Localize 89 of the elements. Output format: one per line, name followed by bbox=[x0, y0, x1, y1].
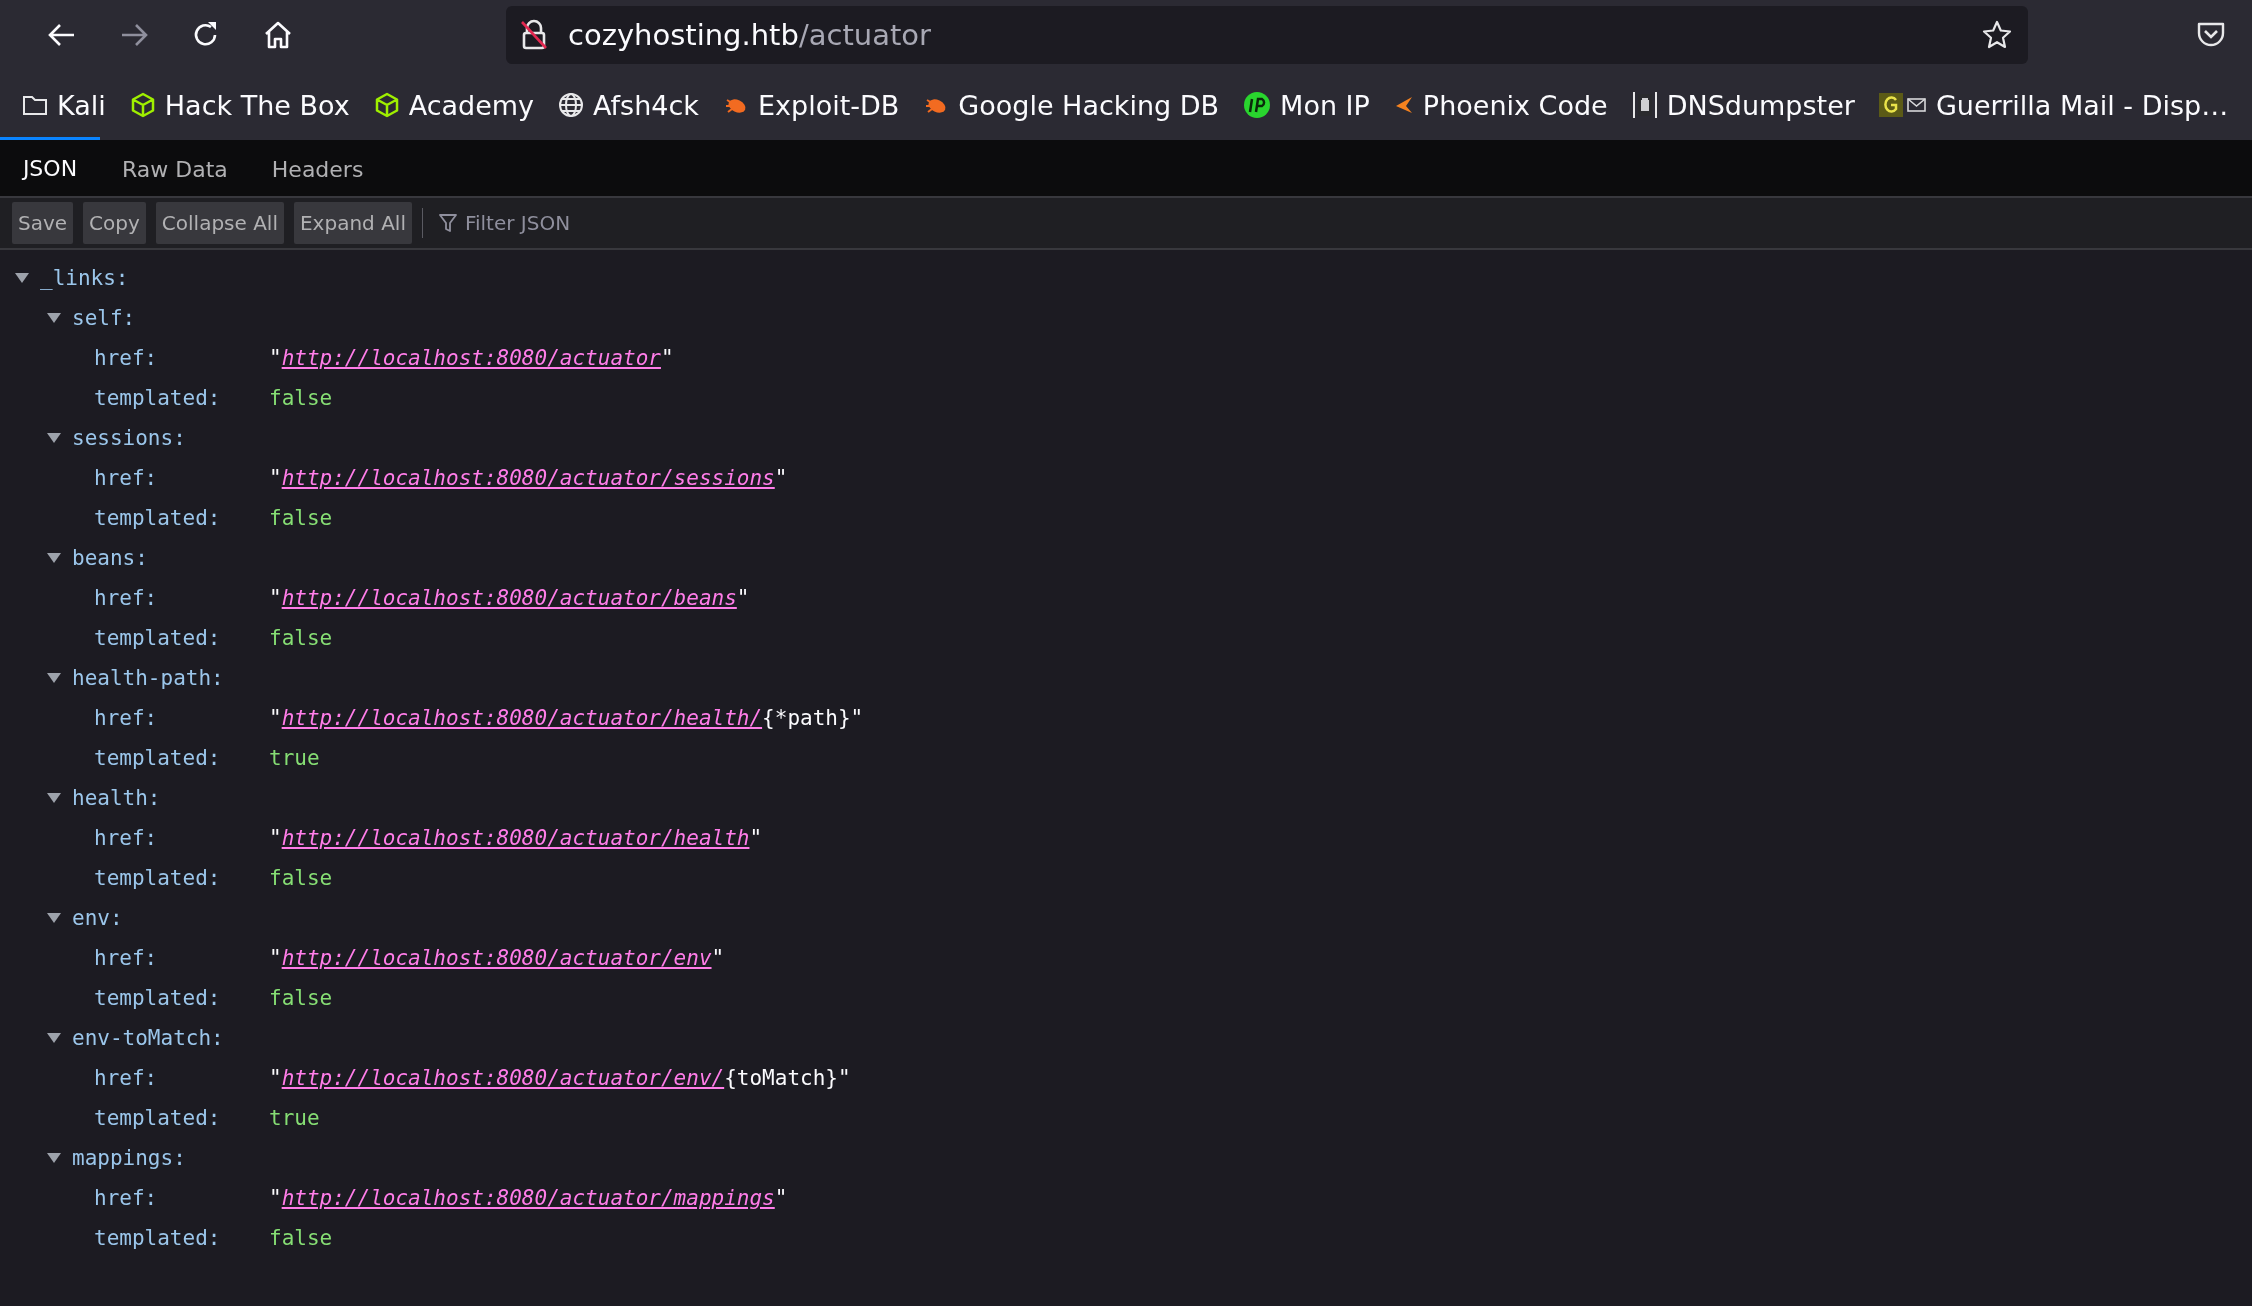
globe-icon bbox=[558, 92, 585, 118]
expand-triangle-icon[interactable] bbox=[46, 792, 62, 804]
bookmark-item[interactable]: Exploit-DB bbox=[722, 89, 900, 121]
expand-triangle-icon[interactable] bbox=[46, 552, 62, 564]
expand-triangle-icon[interactable] bbox=[46, 912, 62, 924]
json-key: templated: bbox=[94, 1106, 269, 1130]
json-key: href: bbox=[94, 946, 269, 970]
json-string-value: "http://localhost:8080/actuator/env/{toMatch}" bbox=[269, 1066, 851, 1090]
json-key: env: bbox=[72, 906, 123, 930]
filter-icon bbox=[438, 213, 457, 233]
url-link[interactable]: http://localhost:8080/actuator/env bbox=[281, 946, 712, 970]
back-arrow-icon[interactable] bbox=[47, 22, 77, 48]
bookmark-item[interactable]: Academy bbox=[373, 89, 535, 121]
json-boolean-value: true bbox=[269, 746, 320, 770]
json-string-value: "http://localhost:8080/actuator/beans" bbox=[269, 586, 750, 610]
url-link[interactable]: http://localhost:8080/actuator bbox=[281, 346, 661, 370]
bookmark-item[interactable]: Phoenix Code bbox=[1393, 89, 1608, 121]
toolbar-button[interactable]: Copy bbox=[83, 202, 146, 244]
json-key: href: bbox=[94, 826, 269, 850]
json-string-value: "http://localhost:8080/actuator/env" bbox=[269, 946, 725, 970]
json-key: templated: bbox=[94, 986, 269, 1010]
insecure-lock-icon[interactable] bbox=[520, 19, 548, 51]
json-key: sessions: bbox=[72, 426, 186, 450]
json-key: templated: bbox=[94, 746, 269, 770]
toolbar-button[interactable]: Save bbox=[12, 202, 74, 244]
json-key: templated: bbox=[94, 1226, 269, 1250]
folder-icon bbox=[22, 94, 48, 116]
json-string-value: "http://localhost:8080/actuator" bbox=[269, 346, 674, 370]
json-key: href: bbox=[94, 706, 269, 730]
json-key: health-path: bbox=[72, 666, 224, 690]
bookmark-item[interactable]: Hack The Box bbox=[129, 89, 350, 121]
pocket-icon[interactable] bbox=[2196, 21, 2226, 49]
bookmark-star-icon[interactable] bbox=[1982, 20, 2012, 50]
bookmark-item[interactable]: Guerrilla Mail - Disp… bbox=[1878, 89, 2229, 121]
cube-icon bbox=[129, 92, 156, 118]
expand-triangle-icon[interactable] bbox=[14, 272, 30, 284]
viewer-tab[interactable]: Raw Data bbox=[100, 140, 250, 196]
expand-triangle-icon[interactable] bbox=[46, 312, 62, 324]
bookmark-item[interactable]: Afsh4ck bbox=[558, 89, 699, 121]
json-key: href: bbox=[94, 466, 269, 490]
json-key: href: bbox=[94, 1066, 269, 1090]
json-key: _links: bbox=[40, 266, 129, 290]
json-key: env-toMatch: bbox=[72, 1026, 224, 1050]
json-key: href: bbox=[94, 1186, 269, 1210]
url-link[interactable]: http://localhost:8080/actuator/env/ bbox=[281, 1066, 725, 1090]
ip-icon bbox=[1243, 91, 1272, 119]
cube-icon bbox=[373, 92, 400, 118]
json-boolean-value: false bbox=[269, 1226, 333, 1250]
filter-field[interactable]: Filter JSON bbox=[462, 210, 787, 236]
json-boolean-value: false bbox=[269, 506, 333, 530]
viewer-tab[interactable]: Headers bbox=[249, 140, 386, 196]
json-key: href: bbox=[94, 346, 269, 370]
bookmark-item[interactable]: Mon IP bbox=[1243, 89, 1370, 121]
bookmark-item[interactable]: Google Hacking DB bbox=[923, 89, 1220, 121]
expand-triangle-icon[interactable] bbox=[46, 432, 62, 444]
url-link[interactable]: http://localhost:8080/actuator/mappings bbox=[281, 1186, 775, 1210]
toolbar-button[interactable]: Collapse All bbox=[155, 202, 284, 244]
json-key: health: bbox=[72, 786, 161, 810]
json-boolean-value: false bbox=[269, 626, 333, 650]
json-key: mappings: bbox=[72, 1146, 186, 1170]
json-string-value: "http://localhost:8080/actuator/sessions" bbox=[269, 466, 788, 490]
bookmark-item[interactable]: DNSdumpster bbox=[1631, 89, 1855, 121]
json-key: self: bbox=[72, 306, 136, 330]
url-link[interactable]: http://localhost:8080/actuator/health/ bbox=[281, 706, 763, 730]
clipboard-icon bbox=[1631, 90, 1658, 120]
json-key: templated: bbox=[94, 626, 269, 650]
home-icon[interactable] bbox=[263, 20, 293, 50]
toolbar-button[interactable]: Expand All bbox=[294, 202, 412, 244]
json-boolean-value: true bbox=[269, 1106, 320, 1130]
url-link[interactable]: http://localhost:8080/actuator/health bbox=[281, 826, 750, 850]
json-key: beans: bbox=[72, 546, 148, 570]
expand-triangle-icon[interactable] bbox=[46, 1032, 62, 1044]
expand-triangle-icon[interactable] bbox=[46, 1152, 62, 1164]
json-key: templated: bbox=[94, 866, 269, 890]
json-key: templated: bbox=[94, 506, 269, 530]
url-link[interactable]: http://localhost:8080/actuator/sessions bbox=[281, 466, 775, 490]
bookmark-item[interactable]: Kali bbox=[22, 89, 106, 121]
expand-triangle-icon[interactable] bbox=[46, 672, 62, 684]
json-string-value: "http://localhost:8080/actuator/health/{*path}" bbox=[269, 706, 864, 730]
json-boolean-value: false bbox=[269, 986, 333, 1010]
json-boolean-value: false bbox=[269, 386, 333, 410]
url-link[interactable]: http://localhost:8080/actuator/beans bbox=[281, 586, 737, 610]
guerrilla-mail-icon bbox=[1878, 92, 1927, 118]
json-boolean-value: false bbox=[269, 866, 333, 890]
json-key: templated: bbox=[94, 386, 269, 410]
json-string-value: "http://localhost:8080/actuator/health" bbox=[269, 826, 763, 850]
json-string-value: "http://localhost:8080/actuator/mappings" bbox=[269, 1186, 788, 1210]
address-bar[interactable]: cozyhosting.htb/actuator bbox=[506, 6, 2028, 64]
json-key: href: bbox=[94, 586, 269, 610]
